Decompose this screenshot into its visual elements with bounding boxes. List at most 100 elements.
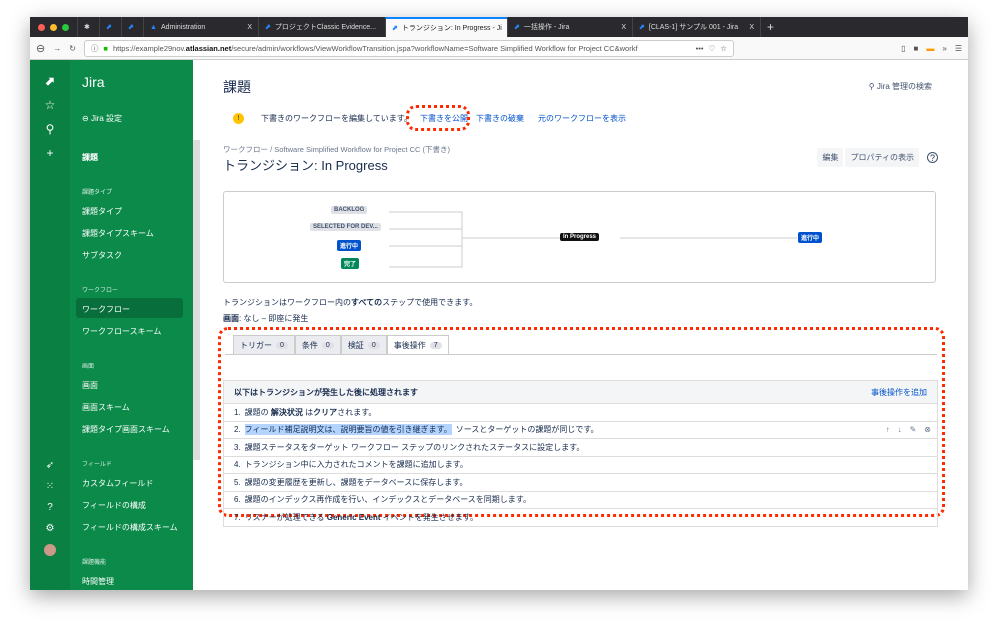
status-lozenge: 完了 [341,258,360,269]
menu-icon[interactable]: ☰ [955,44,962,53]
sidebar-item[interactable]: サブタスク [82,250,122,261]
table-row: 6. 課題のインデックス再作成を行い、インデックスとデータベースを同期します。 [224,490,937,509]
table-row: 2. フィールド補足説明文は、説明要旨の値を引き継ぎます。 ソースとターゲットの課題… [224,420,937,439]
sidebar-item[interactable]: 時間管理 [82,576,114,587]
discard-draft-link[interactable]: 下書きの破棄 [476,113,524,124]
status-lozenge: BACKLOG [331,206,368,214]
global-nav: ⬈ ☆ ⚲ + ➶ ⁙ ? ⚙ [30,60,70,590]
status-lozenge: 進行中 [337,240,362,251]
section-heading: 画面 [82,364,95,370]
pinned-tab-jira[interactable]: ⬈ [99,17,121,37]
pinned-tab-jira-2[interactable]: ⬈ [121,17,143,37]
back-icon[interactable]: ⊖ [36,42,45,55]
tab-validators[interactable]: 検証 0 [340,335,387,354]
section-heading: フィールド [82,462,112,468]
tab-post-functions[interactable]: 事後操作 7 [386,335,449,354]
move-down-icon[interactable]: ↓ [898,425,902,434]
workflow-diagram: BACKLOG SELECTED FOR DEV... 進行中 完了 In Pr… [223,191,936,283]
section-title: 課題 [223,79,251,95]
section-heading: 課題タイプ [82,190,113,196]
move-up-icon[interactable]: ↑ [886,425,890,434]
info-icon: ⓘ [90,43,99,53]
avatar[interactable] [44,544,56,556]
settings-icon[interactable]: ✱ [77,17,99,37]
delete-icon[interactable]: ⊗ [924,425,931,434]
main-content: 課題 ⚲ Jira 管理の検索 ! 下書きのワークフローを編集しています。 下書… [200,60,968,590]
pocket-icon[interactable]: ♡ [708,44,715,53]
table-row: 1. 課題の 解決状況 はクリアされます。 [224,403,937,421]
rocket-icon[interactable]: ➶ [46,460,54,471]
availability-text: トランジションはワークフロー内のすべてのステップで使用できます。 [223,298,478,307]
edit-icon[interactable]: ✎ [910,425,917,434]
sidebar-item[interactable]: フィールドの構成スキーム [82,522,178,533]
table-row: 5. 課題の変更履歴を更新し、課題をデータベースに保存します。 [224,473,937,491]
view-properties-button[interactable]: プロパティの表示 [845,148,919,167]
section-heading: 課題機能 [82,560,107,566]
close-icon[interactable]: X [743,24,754,31]
selected-text: フィールド補足説明文は、説明要旨の値を引き継ぎます。 [244,424,452,436]
sidebar-item[interactable]: カスタムフィールド [82,478,153,489]
view-original-link[interactable]: 元のワークフローを表示 [538,113,626,124]
sidebar-item[interactable]: 課題タイプ [82,206,122,217]
back-to-settings[interactable]: ⊖ Jira 設定 [82,113,122,124]
overflow-icon[interactable]: » [942,44,946,53]
sidebar-item[interactable]: フィールドの構成 [82,500,146,511]
annotation-circle [406,105,470,131]
sidebar-scrollbar[interactable] [193,140,200,460]
jira-logo-icon[interactable]: ⬈ [45,74,55,88]
transition-tabs: トリガー 0 条件 0 検証 0 事後操作 7 [233,335,449,354]
browser-window: ✱ ⬈ ⬈ ▲ Administration X ⬈ プロジェクトClassic Ev… [30,17,968,590]
more-icon[interactable]: ••• [696,44,704,53]
apps-icon[interactable]: ⁙ [46,481,54,492]
lock-icon: ■ [103,43,108,53]
extension-icon-2[interactable]: ▬ [926,44,934,53]
tab-administration[interactable]: ▲ Administration X [143,17,258,37]
gear-icon[interactable]: ⚙ [46,523,55,534]
status-lozenge: SELECTED FOR DEV... [310,223,381,231]
admin-search-link[interactable]: ⚲ Jira 管理の検索 [869,81,932,92]
page-title: トランジション: In Progress [223,158,388,173]
new-tab-button[interactable]: + [760,17,780,37]
tab-project[interactable]: ⬈プロジェクトClassic Evidence...X [258,17,385,37]
close-icon[interactable]: X [241,24,252,31]
screen-text: 画面: なし – 即座に発生 [223,314,309,323]
transition-label: In Progress [560,233,600,241]
add-post-function-link[interactable]: 事後操作を追加 [871,387,927,398]
sidebar-item-workflow[interactable]: ワークフロー [82,304,130,315]
sidebar-item[interactable]: ワークフロースキーム [82,326,161,337]
url-input[interactable]: ⓘ ■ https://example29nov.atlassian.net/se… [83,39,734,57]
help-icon[interactable]: ? [47,502,53,513]
table-row: 7. リスナーが処理できる Generic Event イベントを発生させます。 [224,508,937,526]
tab-conditions[interactable]: 条件 0 [294,335,341,354]
close-icon[interactable]: X [615,24,626,31]
tab-bulk[interactable]: ⬈ 一括操作 - Jira X [507,17,632,37]
settings-sidebar: Jira ⊖ Jira 設定 課題 課題タイプ 課題タイプ 課題タイプスキーム … [70,60,200,590]
table-header: 以下はトランジションが発生した後に処理されます [234,387,418,397]
tab-triggers[interactable]: トリガー 0 [233,335,295,354]
forward-icon[interactable]: → [53,44,61,53]
nav-bar: ⊖ → ↻ ⓘ ■ https://example29nov.atlassian.… [30,37,968,60]
sidebar-item[interactable]: 画面スキーム [82,402,130,413]
sidebar-item-issues[interactable]: 課題 [82,152,98,163]
table-row: 4. トランジション中に入力されたコメントを課題に追加します。 [224,455,937,474]
tab-transition[interactable]: ⬈トランジション: In Progress - JiX [385,17,507,37]
create-icon[interactable]: + [46,146,53,160]
reload-icon[interactable]: ↻ [69,44,76,53]
library-icon[interactable]: ▯ [901,44,905,53]
search-icon[interactable]: ⚲ [46,122,55,136]
section-heading: ワークフロー [82,288,119,294]
edit-button[interactable]: 編集 [817,148,844,167]
sidebar-item[interactable]: 課題タイプ画面スキーム [82,424,170,435]
bookmark-icon[interactable]: ☆ [720,44,727,53]
status-lozenge: 進行中 [798,232,823,243]
app-name: Jira [82,74,105,90]
star-icon[interactable]: ☆ [45,98,56,112]
sidebar-item[interactable]: 画面 [82,380,98,391]
breadcrumb: ワークフロー / Software Simplified Workflow fo… [223,145,451,154]
help-icon[interactable]: ? [927,152,938,163]
sidebar-item[interactable]: 課題タイプスキーム [82,228,154,239]
tab-issue[interactable]: ⬈ [CLAS-1] サンプル 001 - Jira X [632,17,760,37]
post-functions-table: 以下はトランジションが発生した後に処理されます 事後操作を追加 1. 課題の 解決状… [223,380,938,527]
extension-icon[interactable]: ■ [914,44,919,53]
tab-bar: ✱ ⬈ ⬈ ▲ Administration X ⬈ プロジェクトClassic Ev… [30,17,968,37]
